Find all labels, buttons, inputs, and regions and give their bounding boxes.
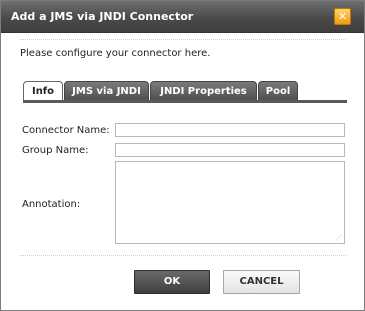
divider	[20, 39, 346, 40]
tab-jndi-properties[interactable]: JNDI Properties	[150, 81, 257, 101]
cancel-button[interactable]: CANCEL	[223, 270, 300, 294]
resize-grip-icon[interactable]: ⋰	[335, 235, 342, 242]
annotation-label: Annotation:	[22, 199, 81, 210]
group-name-label: Group Name:	[22, 145, 89, 156]
dialog-titlebar[interactable]: Add a JMS via JNDI Connector ✕	[1, 1, 364, 33]
group-name-field[interactable]	[115, 143, 345, 157]
connector-name-label: Connector Name:	[22, 125, 110, 136]
divider	[20, 255, 346, 256]
tab-pool[interactable]: Pool	[258, 81, 298, 101]
ok-button[interactable]: OK	[134, 270, 210, 294]
tab-info[interactable]: Info	[23, 81, 63, 102]
close-icon: ✕	[337, 10, 348, 23]
tab-underline	[23, 100, 347, 103]
annotation-textarea[interactable]: ⋰	[115, 161, 345, 244]
dialog-title: Add a JMS via JNDI Connector	[11, 10, 194, 23]
tab-jms-via-jndi[interactable]: JMS via JNDI	[64, 81, 149, 101]
intro-text: Please configure your connector here.	[20, 48, 211, 59]
add-connector-dialog: Add a JMS via JNDI Connector ✕ Please co…	[0, 0, 365, 311]
connector-name-field[interactable]	[115, 123, 345, 137]
close-button[interactable]: ✕	[334, 8, 351, 25]
